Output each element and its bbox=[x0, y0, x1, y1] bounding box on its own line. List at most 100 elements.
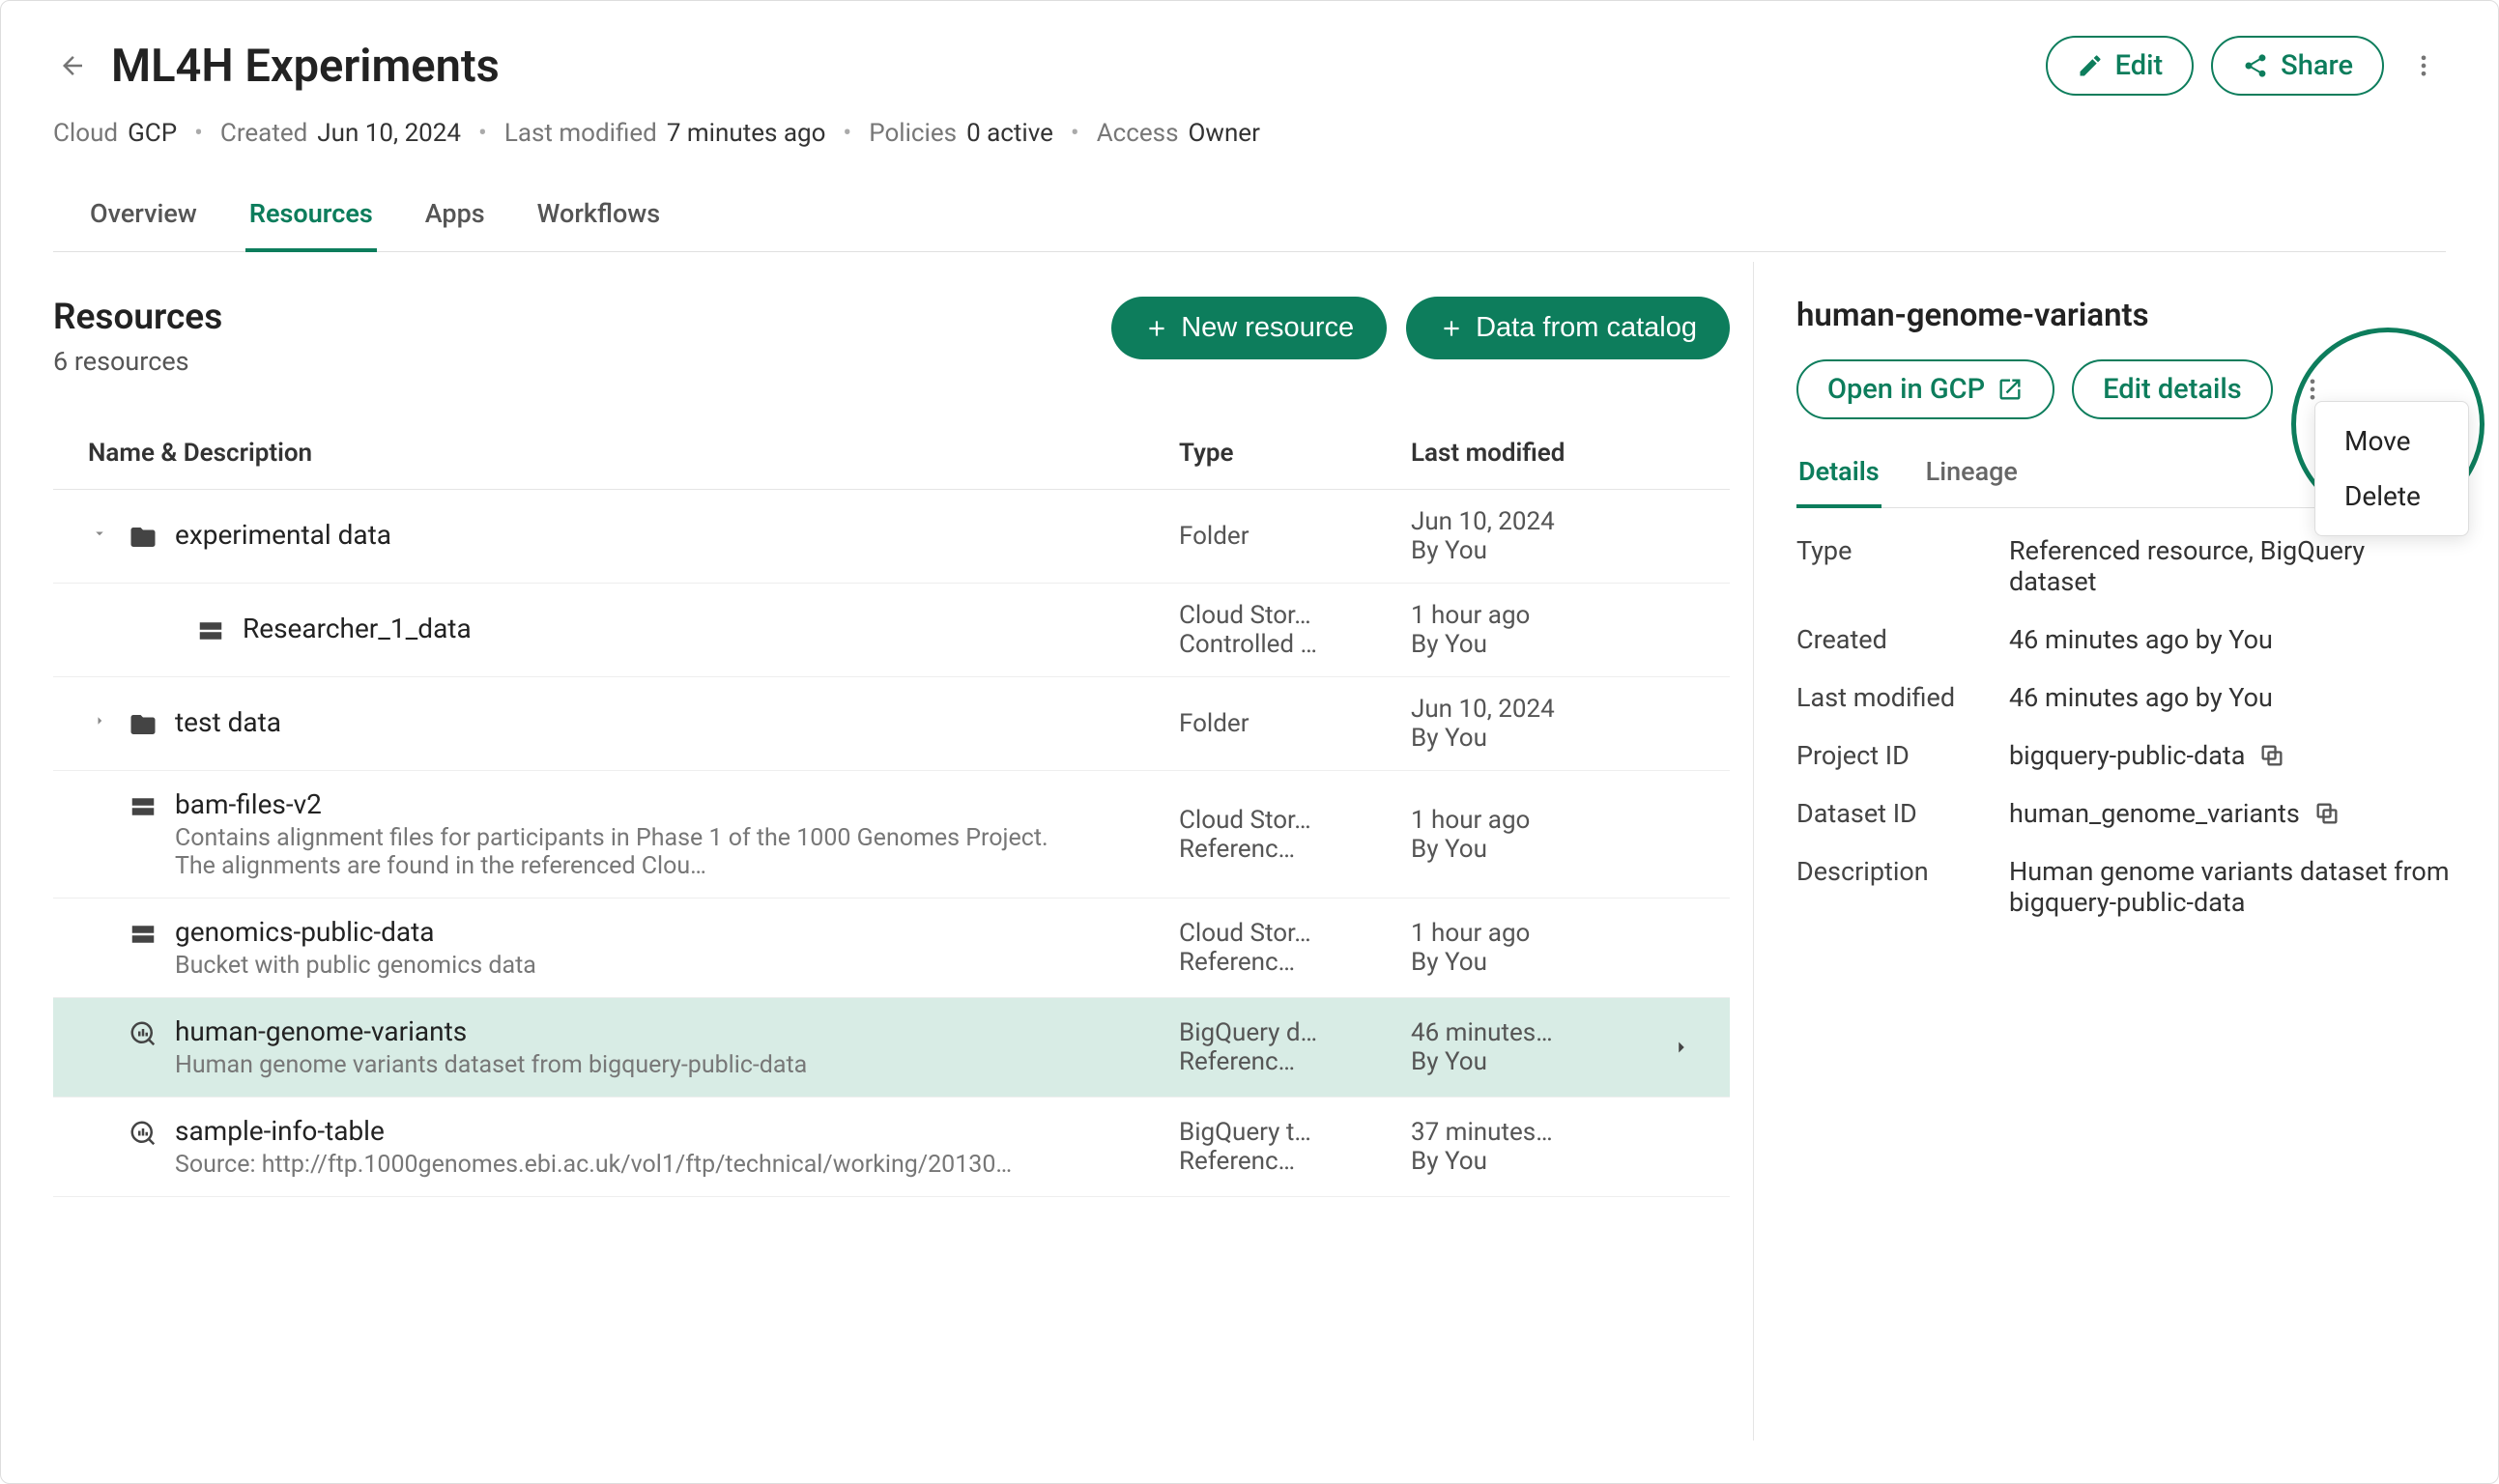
resource-name: genomics-public-data bbox=[175, 916, 536, 948]
meta-access-value: Owner bbox=[1189, 119, 1260, 148]
table-row[interactable]: genomics-public-data Bucket with public g… bbox=[53, 899, 1730, 998]
bigquery-icon bbox=[127, 1117, 159, 1150]
edit-button-label: Edit bbox=[2115, 49, 2164, 82]
detail-dataset-label: Dataset ID bbox=[1796, 798, 1999, 829]
caret-right-icon[interactable] bbox=[88, 706, 111, 729]
meta-modified-value: 7 minutes ago bbox=[667, 119, 826, 148]
detail-modified-label: Last modified bbox=[1796, 682, 1999, 713]
resource-modified: 46 minutes…By You bbox=[1411, 1018, 1652, 1076]
resource-modified: 1 hour agoBy You bbox=[1411, 601, 1652, 659]
open-in-gcp-button[interactable]: Open in GCP bbox=[1796, 359, 2054, 419]
meta-access-label: Access bbox=[1097, 119, 1179, 148]
data-from-catalog-label: Data from catalog bbox=[1476, 312, 1697, 344]
main-tabs: Overview Resources Apps Workflows bbox=[53, 186, 2446, 252]
more-vert-icon bbox=[2299, 376, 2326, 403]
resource-name: test data bbox=[175, 706, 281, 738]
new-resource-label: New resource bbox=[1181, 312, 1354, 344]
meta-created-label: Created bbox=[220, 119, 307, 148]
resource-name: experimental data bbox=[175, 519, 391, 551]
header-overflow-button[interactable] bbox=[2401, 43, 2446, 88]
caret-down-icon[interactable] bbox=[88, 519, 111, 542]
share-button-label: Share bbox=[2281, 49, 2353, 82]
table-row[interactable]: bam-files-v2 Contains alignment files for… bbox=[53, 771, 1730, 899]
resource-description: Contains alignment files for participant… bbox=[175, 824, 1064, 880]
meta-cloud-label: Cloud bbox=[53, 119, 118, 148]
storage-icon bbox=[127, 918, 159, 951]
detail-grid: Type Referenced resource, BigQuery datas… bbox=[1796, 535, 2450, 918]
resource-description: Source: http://ftp.1000genomes.ebi.ac.uk… bbox=[175, 1151, 1012, 1179]
table-header: Name & Description Type Last modified bbox=[53, 429, 1730, 490]
resource-description: Human genome variants dataset from bigqu… bbox=[175, 1051, 807, 1079]
meta-policies-value: 0 active bbox=[966, 119, 1053, 148]
meta-policies-label: Policies bbox=[869, 119, 957, 148]
external-link-icon bbox=[1996, 376, 2024, 403]
folder-icon bbox=[127, 521, 159, 554]
page-header: ML4H Experiments Edit Share Cloud GCP • … bbox=[1, 1, 2498, 262]
tab-workflows[interactable]: Workflows bbox=[533, 186, 665, 252]
resource-type: BigQuery d…Referenc… bbox=[1179, 1018, 1411, 1076]
col-type: Type bbox=[1179, 439, 1411, 468]
tab-overview[interactable]: Overview bbox=[86, 186, 201, 252]
resources-subtitle: 6 resources bbox=[53, 346, 222, 377]
resource-name: Researcher_1_data bbox=[243, 613, 472, 644]
detail-type-label: Type bbox=[1796, 535, 1999, 597]
storage-icon bbox=[127, 790, 159, 823]
plus-icon bbox=[1439, 316, 1464, 341]
overflow-menu: Move Delete bbox=[2314, 401, 2469, 536]
share-button[interactable]: Share bbox=[2211, 36, 2384, 96]
resource-type: Folder bbox=[1179, 522, 1411, 551]
resource-modified: Jun 10, 2024By You bbox=[1411, 695, 1652, 753]
plus-icon bbox=[1144, 316, 1169, 341]
storage-icon bbox=[194, 614, 227, 647]
detail-description-label: Description bbox=[1796, 856, 1999, 918]
table-row[interactable]: human-genome-variants Human genome varian… bbox=[53, 998, 1730, 1098]
chevron-right-icon bbox=[1652, 1037, 1710, 1058]
resource-modified: Jun 10, 2024By You bbox=[1411, 507, 1652, 565]
resource-type: Cloud Stor…Referenc… bbox=[1179, 806, 1411, 864]
open-in-gcp-label: Open in GCP bbox=[1827, 373, 1985, 406]
resource-type: Folder bbox=[1179, 709, 1411, 738]
copy-project-id[interactable] bbox=[2258, 742, 2285, 769]
resource-name: bam-files-v2 bbox=[175, 788, 1064, 820]
table-row[interactable]: test data FolderJun 10, 2024By You bbox=[53, 677, 1730, 771]
share-icon bbox=[2242, 52, 2269, 79]
copy-dataset-id[interactable] bbox=[2313, 800, 2341, 827]
detail-description-value: Human genome variants dataset from bigqu… bbox=[2009, 856, 2450, 918]
tab-apps[interactable]: Apps bbox=[421, 186, 489, 252]
main-panel: Resources 6 resources New resource Data … bbox=[1, 262, 1754, 1441]
resource-description: Bucket with public genomics data bbox=[175, 952, 536, 980]
table-row[interactable]: experimental data FolderJun 10, 2024By Yo… bbox=[53, 490, 1730, 584]
table-row[interactable]: sample-info-table Source: http://ftp.1000… bbox=[53, 1098, 1730, 1197]
side-tab-lineage[interactable]: Lineage bbox=[1924, 448, 2020, 508]
back-arrow-icon[interactable] bbox=[53, 46, 92, 85]
menu-delete[interactable]: Delete bbox=[2315, 469, 2468, 524]
more-vert-icon bbox=[2410, 52, 2437, 79]
menu-move[interactable]: Move bbox=[2315, 414, 2468, 469]
table-row[interactable]: Researcher_1_data Cloud Stor…Controlled …… bbox=[53, 584, 1730, 677]
resource-type: Cloud Stor…Controlled … bbox=[1179, 601, 1411, 659]
edit-button[interactable]: Edit bbox=[2046, 36, 2195, 96]
resource-type: BigQuery t…Referenc… bbox=[1179, 1118, 1411, 1176]
tab-resources[interactable]: Resources bbox=[245, 186, 377, 252]
page-title: ML4H Experiments bbox=[111, 40, 2046, 93]
resource-name: sample-info-table bbox=[175, 1115, 1012, 1147]
resource-modified: 1 hour agoBy You bbox=[1411, 806, 1652, 864]
detail-project-label: Project ID bbox=[1796, 740, 1999, 771]
resource-modified: 37 minutes…By You bbox=[1411, 1118, 1652, 1176]
new-resource-button[interactable]: New resource bbox=[1111, 297, 1387, 359]
side-title: human-genome-variants bbox=[1796, 297, 2450, 334]
side-tab-details[interactable]: Details bbox=[1796, 448, 1881, 508]
data-from-catalog-button[interactable]: Data from catalog bbox=[1406, 297, 1730, 359]
detail-modified-value: 46 minutes ago by You bbox=[2009, 682, 2450, 713]
resource-type: Cloud Stor…Referenc… bbox=[1179, 919, 1411, 977]
folder-icon bbox=[127, 708, 159, 741]
detail-type-value: Referenced resource, BigQuery dataset bbox=[2009, 535, 2450, 597]
header-meta: Cloud GCP • Created Jun 10, 2024 • Last … bbox=[53, 119, 2446, 148]
detail-project-value: bigquery-public-data bbox=[2009, 740, 2245, 771]
edit-details-button[interactable]: Edit details bbox=[2072, 359, 2273, 419]
col-modified: Last modified bbox=[1411, 439, 1652, 468]
resource-modified: 1 hour agoBy You bbox=[1411, 919, 1652, 977]
detail-created-label: Created bbox=[1796, 624, 1999, 655]
bigquery-icon bbox=[127, 1017, 159, 1050]
resource-name: human-genome-variants bbox=[175, 1015, 807, 1047]
